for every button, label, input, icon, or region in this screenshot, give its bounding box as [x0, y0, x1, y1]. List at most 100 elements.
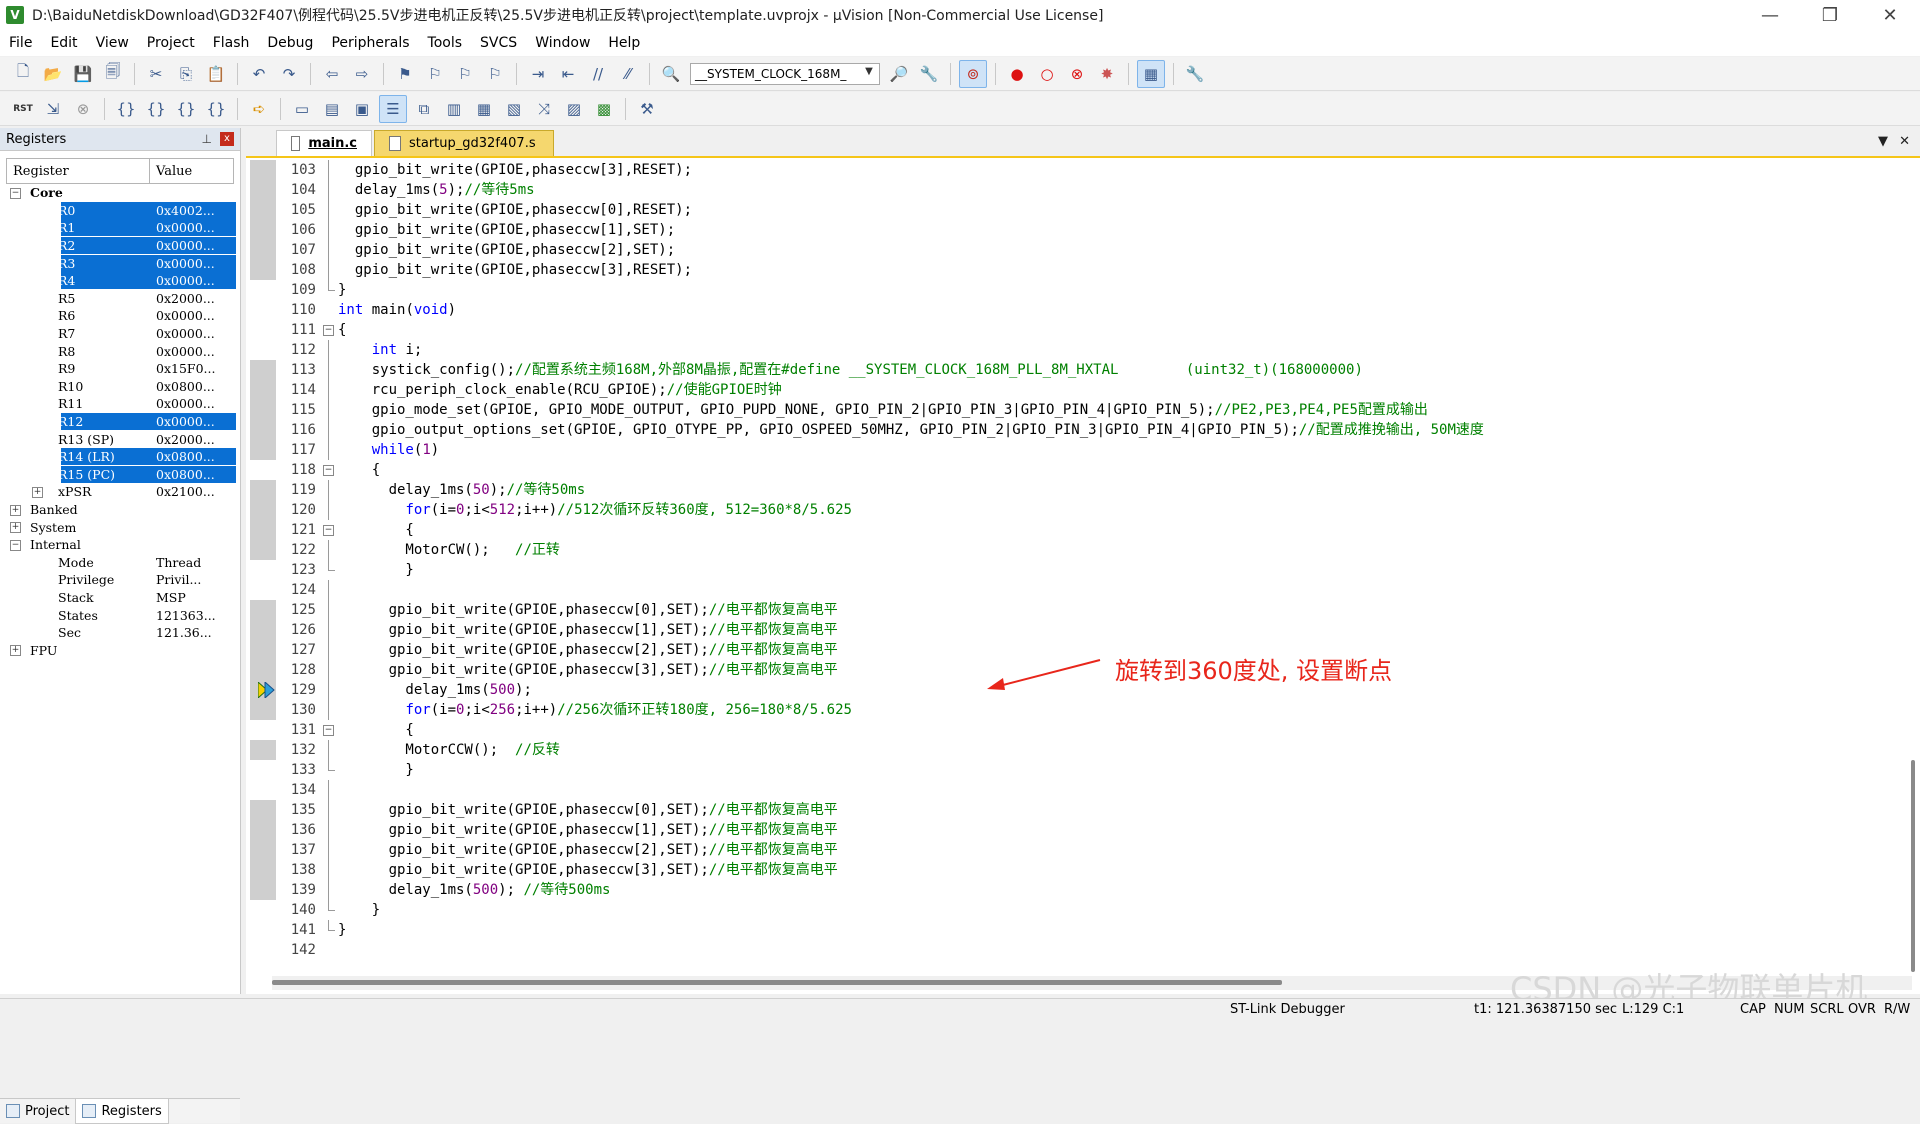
register-row[interactable]: − Internal [6, 536, 234, 554]
show-next-statement-icon[interactable]: ➪ [246, 96, 272, 122]
find-icon[interactable]: 🔎 [886, 61, 912, 87]
register-value[interactable]: 0x0000... [156, 396, 215, 411]
collapse-icon[interactable]: − [323, 525, 334, 536]
menu-file[interactable]: File [0, 30, 41, 56]
kill-breakpoints-icon[interactable]: ✸ [1094, 61, 1120, 87]
fold-cell[interactable]: − [322, 520, 336, 540]
code-line[interactable] [338, 780, 1898, 800]
executable-line-marker[interactable] [250, 600, 276, 620]
code-line[interactable]: gpio_bit_write(GPIOE,phaseccw[1],SET); [338, 220, 1898, 240]
executable-line-marker[interactable] [250, 160, 276, 180]
run-icon[interactable]: ⇲ [40, 96, 66, 122]
step-out-icon[interactable]: {} [173, 96, 199, 122]
code-line[interactable]: gpio_bit_write(GPIOE,phaseccw[3],SET);//… [338, 860, 1898, 880]
debug-session-icon[interactable]: ⊚ [959, 59, 987, 88]
executable-line-marker[interactable] [250, 240, 276, 260]
collapse-icon[interactable]: − [323, 465, 334, 476]
code-line[interactable]: int i; [338, 340, 1898, 360]
code-line[interactable]: for(i=0;i<512;i++)//512次循环反转360度, 512=36… [338, 500, 1898, 520]
executable-line-marker[interactable] [250, 420, 276, 440]
executable-line-marker[interactable] [250, 540, 276, 560]
menu-project[interactable]: Project [138, 30, 204, 56]
code-line[interactable]: systick_config();//配置系统主频168M,外部8M晶振,配置在… [338, 360, 1898, 380]
executable-line-marker[interactable] [250, 700, 276, 720]
cut-icon[interactable]: ✂ [143, 61, 169, 87]
tab-registers[interactable]: Registers [75, 1099, 169, 1124]
memory-window-icon[interactable]: ▦ [471, 96, 497, 122]
register-row[interactable]: R10 0x0800... [6, 378, 234, 396]
code-line[interactable]: } [338, 280, 1898, 300]
register-row[interactable]: R4 0x0000... [6, 272, 236, 290]
register-value[interactable]: 0x0000... [156, 344, 215, 359]
fold-cell[interactable]: − [322, 720, 336, 740]
code-line[interactable]: { [338, 720, 1898, 740]
unindent-icon[interactable]: ⇤ [555, 61, 581, 87]
code-line[interactable]: delay_1ms(5);//等待5ms [338, 180, 1898, 200]
step-into-icon[interactable]: {} [113, 96, 139, 122]
registers-window-icon[interactable]: ☰ [379, 94, 407, 123]
register-row[interactable]: Privilege Privil... [6, 571, 234, 589]
register-row[interactable]: R13 (SP) 0x2000... [6, 430, 234, 448]
menu-peripherals[interactable]: Peripherals [322, 30, 418, 56]
executable-line-marker[interactable] [250, 200, 276, 220]
code-line[interactable]: MotorCCW(); //反转 [338, 740, 1898, 760]
save-icon[interactable]: 💾 [70, 61, 96, 87]
register-value[interactable]: Privil... [156, 572, 201, 587]
register-value[interactable]: 0x0800... [156, 449, 215, 464]
menu-tools[interactable]: Tools [419, 30, 472, 56]
register-row[interactable]: R15 (PC) 0x0800... [6, 465, 236, 484]
code-line[interactable]: MotorCW(); //正转 [338, 540, 1898, 560]
reset-icon[interactable]: RST [10, 96, 36, 122]
code-line[interactable]: } [338, 920, 1898, 940]
menu-help[interactable]: Help [599, 30, 649, 56]
executable-line-marker[interactable] [250, 360, 276, 380]
collapse-icon[interactable]: − [10, 188, 21, 199]
expand-icon[interactable]: + [10, 504, 21, 516]
menu-view[interactable]: View [87, 30, 138, 56]
collapse-icon[interactable]: − [323, 725, 334, 736]
menu-svcs[interactable]: SVCS [471, 30, 526, 56]
menu-flash[interactable]: Flash [204, 30, 259, 56]
code-line[interactable]: rcu_periph_clock_enable(RCU_GPIOE);//使能G… [338, 380, 1898, 400]
configure-icon[interactable]: 🔧 [1182, 61, 1208, 87]
register-value[interactable]: 0x2000... [156, 432, 215, 447]
register-value[interactable]: 0x0000... [156, 273, 215, 288]
register-row[interactable]: R8 0x0000... [6, 342, 234, 360]
code-line[interactable]: gpio_bit_write(GPIOE,phaseccw[2],SET);//… [338, 840, 1898, 860]
register-row[interactable]: R5 0x2000... [6, 290, 234, 308]
bookmark-prev-icon[interactable]: ⚐ [422, 61, 448, 87]
close-icon[interactable]: x [220, 132, 234, 146]
tab-startup-s[interactable]: startup_gd32f407.s [374, 130, 554, 156]
uncomment-icon[interactable]: ⁄⁄ [615, 61, 641, 87]
analysis-window-icon[interactable]: ⤨ [531, 96, 557, 122]
code-line[interactable]: delay_1ms(500); //等待500ms [338, 880, 1898, 900]
minimize-button[interactable]: — [1740, 0, 1800, 30]
register-row[interactable]: + FPU [6, 641, 234, 659]
disable-breakpoints-icon[interactable]: ⊗ [1064, 61, 1090, 87]
register-value[interactable]: 0x0000... [156, 256, 215, 271]
register-value[interactable]: 121363... [156, 608, 216, 623]
code-line[interactable]: gpio_bit_write(GPIOE,phaseccw[0],SET);//… [338, 600, 1898, 620]
executable-line-marker[interactable] [250, 800, 276, 820]
close-button[interactable]: ✕ [1860, 0, 1920, 30]
menu-window[interactable]: Window [526, 30, 599, 56]
register-value[interactable]: 121.36... [156, 625, 212, 640]
executable-line-marker[interactable] [250, 500, 276, 520]
bookmark-clear-icon[interactable]: ⚐ [482, 61, 508, 87]
register-row[interactable]: R7 0x0000... [6, 325, 234, 343]
serial-window-icon[interactable]: ▧ [501, 96, 527, 122]
code-line[interactable]: gpio_bit_write(GPIOE,phaseccw[1],SET);//… [338, 820, 1898, 840]
chevron-down-icon[interactable]: ▼ [861, 66, 877, 82]
register-row[interactable]: + System [6, 518, 234, 536]
code-line[interactable]: } [338, 560, 1898, 580]
nav-forward-icon[interactable]: ⇨ [349, 61, 375, 87]
register-column-header[interactable]: Register [7, 159, 150, 183]
register-value[interactable]: MSP [156, 590, 186, 605]
window-layout-icon[interactable]: ▦ [1137, 59, 1165, 88]
code-line[interactable]: for(i=0;i<256;i++)//256次循环正转180度, 256=18… [338, 700, 1898, 720]
insert-breakpoint-icon[interactable]: ● [1004, 61, 1030, 87]
menu-debug[interactable]: Debug [258, 30, 322, 56]
close-editor-icon[interactable]: ✕ [1899, 134, 1910, 149]
register-row[interactable]: R12 0x0000... [6, 413, 236, 431]
code-line[interactable]: { [338, 320, 1898, 340]
